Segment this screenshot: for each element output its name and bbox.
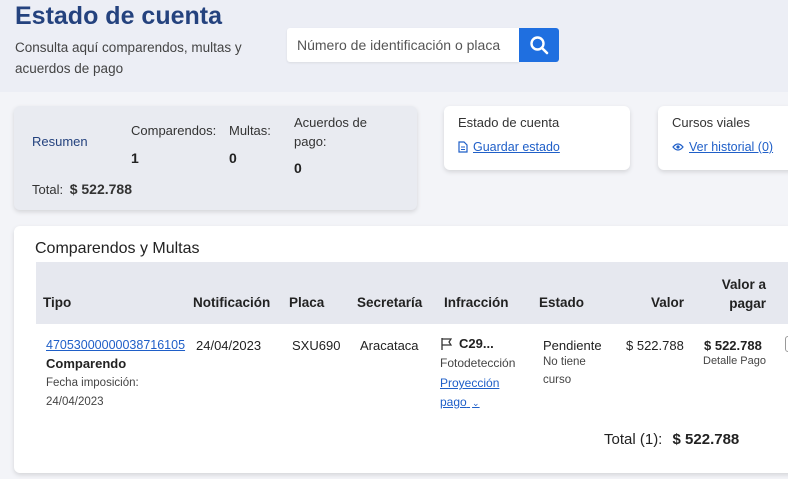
summary-total-label: Total: xyxy=(32,182,64,197)
search-input[interactable] xyxy=(287,28,519,62)
search-icon xyxy=(530,36,549,55)
search-bar xyxy=(287,28,559,62)
row-fecha-imposicion: Fecha imposición: 24/04/2023 xyxy=(46,377,139,408)
col-tipo: Tipo xyxy=(43,295,72,310)
infraccion-code: C29... xyxy=(459,336,494,351)
page-title: Estado de cuenta xyxy=(15,2,222,30)
table-header: Tipo Notificación Placa Secretaría Infra… xyxy=(36,262,788,324)
summary-card: Resumen Comparendos: 1 Multas: 0 Acuerdo… xyxy=(14,106,417,210)
comparendos-value: 1 xyxy=(131,150,139,166)
table-total: Total (1): $ 522.788 xyxy=(604,431,739,448)
row-secretaria: Aracataca xyxy=(360,338,419,353)
col-secretaria: Secretaría xyxy=(357,295,423,310)
col-placa: Placa xyxy=(289,295,325,310)
col-valor: Valor xyxy=(651,295,685,310)
eye-icon xyxy=(672,143,684,151)
summary-total-value: $ 522.788 xyxy=(69,181,132,197)
section-title: Comparendos y Multas xyxy=(35,240,200,257)
multas-value: 0 xyxy=(229,150,237,166)
guardar-estado-link[interactable]: Guardar estado xyxy=(458,140,560,154)
acuerdos-value: 0 xyxy=(294,160,302,176)
row-infraccion-tipo: Fotodetección xyxy=(440,356,516,370)
summary-total: Total: $ 522.788 xyxy=(32,181,132,197)
row-estado: Pendiente xyxy=(543,338,602,353)
cursos-card: Cursos viales Ver historial (0) xyxy=(658,106,788,170)
row-tipo: Comparendo xyxy=(46,356,127,371)
flag-icon xyxy=(441,337,453,350)
row-curso: No tiene curso xyxy=(543,356,586,386)
col-estado: Estado xyxy=(539,295,585,310)
table-total-value: $ 522.788 xyxy=(672,431,740,448)
guardar-estado-text: Guardar estado xyxy=(473,140,560,154)
comparendos-section: Comparendos y Multas Tipo Notificación P… xyxy=(14,226,788,473)
row-placa: SXU690 xyxy=(292,338,341,353)
cursos-card-title: Cursos viales xyxy=(672,115,751,130)
page-header: Estado de cuenta Consulta aquí comparend… xyxy=(0,0,788,92)
chevron-down-icon: ⌄ xyxy=(472,398,480,408)
col-notificacion: Notificación xyxy=(193,295,271,310)
document-icon xyxy=(458,141,468,153)
detalle-pago: Detalle Pago xyxy=(703,355,766,367)
search-button[interactable] xyxy=(519,28,559,62)
comparendo-number-link[interactable]: 47053000000038716105 xyxy=(46,338,185,352)
row-infraccion: C29... xyxy=(440,336,494,351)
multas-label: Multas: xyxy=(229,123,271,138)
page-subtitle: Consulta aquí comparendos, multas y acue… xyxy=(15,40,242,76)
ver-historial-text: Ver historial (0) xyxy=(689,140,774,154)
proyeccion-pago-text: Proyección pago xyxy=(440,376,500,409)
row-valor-pagar: $ 522.788 xyxy=(704,338,762,353)
estado-card-title: Estado de cuenta xyxy=(458,115,560,130)
col-valor-pagar: Valor a pagar xyxy=(721,277,766,311)
ver-historial-link[interactable]: Ver historial (0) xyxy=(672,140,773,154)
summary-label: Resumen xyxy=(32,134,88,149)
row-valor: $ 522.788 xyxy=(626,338,684,353)
col-infraccion: Infracción xyxy=(444,295,509,310)
row-notificacion: 24/04/2023 xyxy=(196,338,262,353)
acuerdos-label: Acuerdos de pago: xyxy=(294,115,367,149)
table-total-label: Total (1): xyxy=(604,431,663,448)
proyeccion-pago-link[interactable]: Proyección pago ⌄ xyxy=(440,374,510,413)
comparendos-label: Comparendos: xyxy=(131,123,217,138)
estado-card: Estado de cuenta Guardar estado xyxy=(444,106,630,170)
